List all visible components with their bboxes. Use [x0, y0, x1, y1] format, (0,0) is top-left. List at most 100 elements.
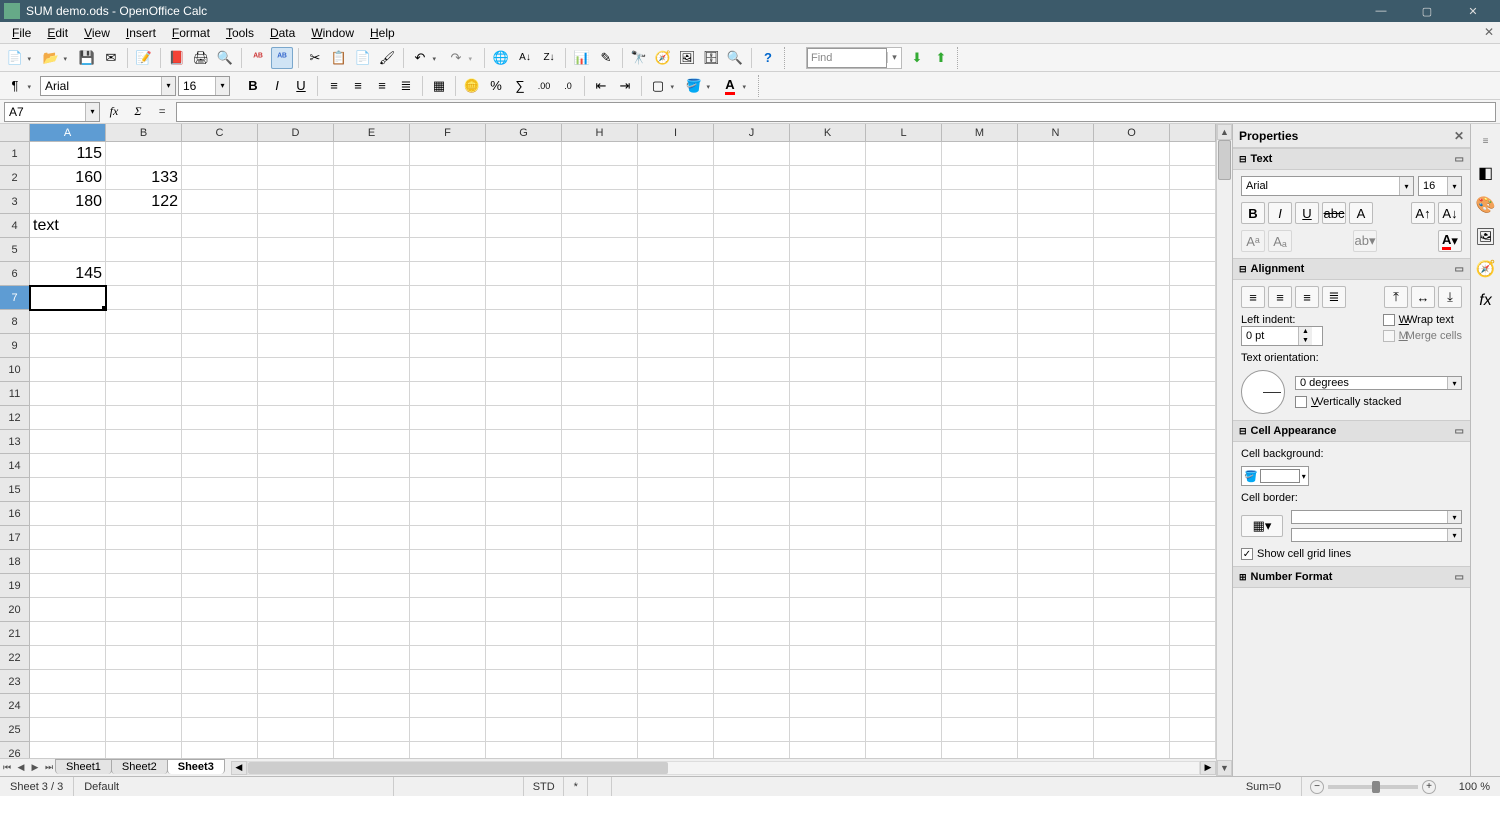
function-button[interactable]: = [152, 102, 172, 122]
cell-filler[interactable] [1170, 334, 1216, 358]
cell-B3[interactable]: 122 [106, 190, 182, 214]
find-dropdown[interactable]: ▾ [887, 52, 901, 63]
cell-M13[interactable] [942, 430, 1018, 454]
menu-help[interactable]: Help [362, 24, 403, 42]
column-header-K[interactable]: K [790, 124, 866, 142]
cell-E10[interactable] [334, 358, 410, 382]
cell-A17[interactable] [30, 526, 106, 550]
cell-H20[interactable] [562, 598, 638, 622]
cell-G8[interactable] [486, 310, 562, 334]
cell-M15[interactable] [942, 478, 1018, 502]
cell-E23[interactable] [334, 670, 410, 694]
cell-F25[interactable] [410, 718, 486, 742]
cell-I16[interactable] [638, 502, 714, 526]
cell-D11[interactable] [258, 382, 334, 406]
cell-J19[interactable] [714, 574, 790, 598]
cell-D23[interactable] [258, 670, 334, 694]
cell-I4[interactable] [638, 214, 714, 238]
status-style[interactable]: Default [74, 777, 394, 796]
cell-D18[interactable] [258, 550, 334, 574]
row-header-20[interactable]: 20 [0, 598, 30, 622]
cell-C18[interactable] [182, 550, 258, 574]
left-indent-spinner[interactable]: ▲▼ [1241, 326, 1323, 346]
status-signature[interactable] [394, 777, 524, 796]
cell-K22[interactable] [790, 646, 866, 670]
cell-O20[interactable] [1094, 598, 1170, 622]
properties-close-button[interactable]: ✕ [1454, 129, 1464, 143]
prop-font-size-combo[interactable]: ▾ [1418, 176, 1462, 196]
open-button[interactable]: 📂▾ [40, 47, 62, 69]
cell-F15[interactable] [410, 478, 486, 502]
cell-O8[interactable] [1094, 310, 1170, 334]
cell-B12[interactable] [106, 406, 182, 430]
underline-button[interactable]: U [290, 75, 312, 97]
cell-B20[interactable] [106, 598, 182, 622]
new-button[interactable]: 📄▾ [4, 47, 26, 69]
column-header-F[interactable]: F [410, 124, 486, 142]
cell-H3[interactable] [562, 190, 638, 214]
border-color-combo[interactable]: ▾ [1291, 528, 1462, 542]
cell-I6[interactable] [638, 262, 714, 286]
cell-G21[interactable] [486, 622, 562, 646]
cell-F9[interactable] [410, 334, 486, 358]
orientation-degrees-combo[interactable]: ▾ [1295, 376, 1462, 390]
number-format-button[interactable]: ∑ [509, 75, 531, 97]
vscroll-down[interactable]: ▼ [1217, 760, 1232, 776]
cell-B5[interactable] [106, 238, 182, 262]
zoom-percent[interactable]: 100 % [1444, 777, 1500, 796]
gallery-button[interactable]: 🖼 [676, 47, 698, 69]
cell-A8[interactable] [30, 310, 106, 334]
cell-E14[interactable] [334, 454, 410, 478]
column-header-N[interactable]: N [1018, 124, 1094, 142]
cell-B15[interactable] [106, 478, 182, 502]
cell-C17[interactable] [182, 526, 258, 550]
cell-K21[interactable] [790, 622, 866, 646]
cell-K8[interactable] [790, 310, 866, 334]
cell-N13[interactable] [1018, 430, 1094, 454]
cell-I23[interactable] [638, 670, 714, 694]
cell-I20[interactable] [638, 598, 714, 622]
cell-C14[interactable] [182, 454, 258, 478]
cell-O19[interactable] [1094, 574, 1170, 598]
print-preview-button[interactable]: 🔍 [214, 47, 236, 69]
sheet-tab-sheet1[interactable]: Sheet1 [55, 759, 112, 774]
function-wizard-button[interactable]: fx [104, 102, 124, 122]
row-header-18[interactable]: 18 [0, 550, 30, 574]
cell-E26[interactable] [334, 742, 410, 758]
column-header-L[interactable]: L [866, 124, 942, 142]
redo-button[interactable]: ↷▾ [445, 47, 467, 69]
cell-J18[interactable] [714, 550, 790, 574]
number-more-icon[interactable]: ▭ [1455, 572, 1464, 583]
sum-button[interactable]: Σ [128, 102, 148, 122]
maximize-button[interactable]: ▢ [1404, 0, 1450, 22]
cell-C16[interactable] [182, 502, 258, 526]
cell-I19[interactable] [638, 574, 714, 598]
cell-H17[interactable] [562, 526, 638, 550]
cell-M19[interactable] [942, 574, 1018, 598]
cell-J24[interactable] [714, 694, 790, 718]
cell-filler[interactable] [1170, 142, 1216, 166]
cell-O16[interactable] [1094, 502, 1170, 526]
cell-N1[interactable] [1018, 142, 1094, 166]
cell-D9[interactable] [258, 334, 334, 358]
sort-asc-button[interactable]: A↓ [514, 47, 536, 69]
cell-filler[interactable] [1170, 742, 1216, 758]
cell-E4[interactable] [334, 214, 410, 238]
cell-D13[interactable] [258, 430, 334, 454]
cell-I14[interactable] [638, 454, 714, 478]
cell-filler[interactable] [1170, 382, 1216, 406]
cell-N9[interactable] [1018, 334, 1094, 358]
cell-D4[interactable] [258, 214, 334, 238]
cell-filler[interactable] [1170, 478, 1216, 502]
cell-N10[interactable] [1018, 358, 1094, 382]
menu-data[interactable]: Data [262, 24, 303, 42]
column-header-D[interactable]: D [258, 124, 334, 142]
menu-file[interactable]: File [4, 24, 39, 42]
cell-F10[interactable] [410, 358, 486, 382]
cell-I24[interactable] [638, 694, 714, 718]
cell-filler[interactable] [1170, 310, 1216, 334]
cell-A19[interactable] [30, 574, 106, 598]
hscroll-left[interactable]: ◀ [231, 761, 247, 775]
cell-J4[interactable] [714, 214, 790, 238]
section-text-header[interactable]: ⊟Text ▭ [1233, 148, 1470, 170]
